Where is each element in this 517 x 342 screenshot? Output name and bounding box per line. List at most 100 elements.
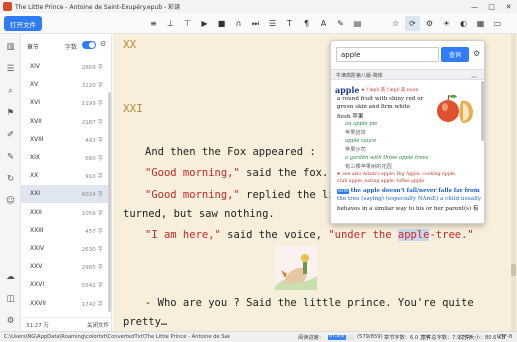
toc-item-count: 1059 字 [81, 210, 103, 217]
color-theme-icon[interactable]: ◐ [456, 16, 471, 31]
toc-item-count: 2630 字 [81, 247, 103, 253]
toc-icon[interactable]: ☰ [3, 62, 18, 76]
headphones-icon[interactable]: ∩ [231, 16, 246, 31]
progress-label: 阅读进度： [298, 335, 324, 341]
gear-icon[interactable]: ⚙ [3, 314, 18, 328]
toc-item-count: 3120 字 [81, 83, 103, 90]
toc-item-count: 5541 字 [81, 283, 103, 290]
play-icon[interactable]: ▶ [197, 16, 212, 31]
selected-word[interactable]: apple [397, 229, 430, 241]
toc-item[interactable]: XVIII 443 字 [21, 131, 108, 149]
background-icon[interactable]: ▦ [473, 16, 488, 31]
refresh-icon[interactable]: ↻ [3, 172, 18, 186]
stop-icon[interactable]: ■ [214, 16, 229, 31]
text-line: pretty… [123, 316, 168, 328]
brightness-icon[interactable]: ☀ [439, 16, 454, 31]
align-left-icon[interactable]: ≡ [146, 16, 161, 31]
position: (579/859) [357, 334, 383, 340]
popup-settings-icon[interactable]: ⚙ [473, 49, 480, 58]
pen-icon[interactable]: ✎ [333, 16, 348, 31]
close-button[interactable]: ✕ [500, 0, 517, 13]
toc-item-name: XXIII [30, 226, 44, 234]
text-line: "Good morning," said the fox. [145, 167, 329, 179]
paragraph-icon[interactable]: ¶ [299, 16, 314, 31]
toc-item[interactable]: XXI 6024 字 [21, 185, 108, 204]
toc-item[interactable]: XVI 1199 字 [21, 94, 108, 112]
example-en: a garden with three apple trees [345, 155, 429, 161]
toc-item-name: XX [30, 172, 39, 180]
text-format-icon[interactable]: A [316, 16, 331, 31]
see-also[interactable]: ☛ see also Adam's apple, Big Apple, cook… [337, 172, 456, 177]
settings-icon[interactable]: ⚙ [422, 16, 437, 31]
query-button[interactable]: 查询 [441, 47, 469, 62]
toc-item[interactable]: XIX 660 字 [21, 149, 108, 167]
highlight-pen-icon[interactable]: ✐ [3, 128, 18, 142]
maximize-button[interactable]: □ [483, 0, 500, 13]
star-icon[interactable]: ☆ [388, 16, 403, 31]
font-size-icon[interactable]: T [282, 16, 297, 31]
idiom-line: IDM the apple doesn't fall/never falls f… [337, 188, 480, 194]
emoji-icon[interactable]: ☺ [3, 194, 18, 208]
definition-line: a round fruit with shiny red or [337, 96, 424, 102]
unpin-icon[interactable]: ⊤ [180, 16, 195, 31]
bookmark-icon[interactable]: ⚑ [3, 106, 18, 120]
toc-item-count: 443 字 [85, 137, 103, 144]
toc-settings-icon[interactable]: ⚙ [100, 40, 106, 48]
reader-scroll-thumb[interactable] [511, 264, 516, 276]
apple-illustration [433, 91, 477, 127]
fox-illustration [275, 246, 317, 290]
toc-item-name: XIV [30, 63, 40, 70]
toc-item[interactable]: XXIV 2630 字 [21, 240, 108, 258]
window-title: The Little Prince - Antoine de Saint-Exu… [15, 4, 181, 11]
toc-item[interactable]: XV 3120 字 [21, 76, 108, 94]
list-icon[interactable]: ☰ [265, 16, 280, 31]
toc-item[interactable]: XXVI 5541 字 [21, 276, 108, 294]
book-icon[interactable]: ▥ [3, 40, 18, 54]
title-bar: The Little Prince - Antoine de Saint-Exu… [0, 0, 517, 13]
open-file-button[interactable]: 打开文件 [4, 16, 42, 31]
status-bar: C:\Users\NG\AppData\Roaming\colortxt\Con… [0, 331, 517, 342]
toc-item-name: XXV [30, 263, 43, 271]
toc-item[interactable]: XX 910 字 [21, 167, 108, 185]
chapter-heading: XXI [123, 102, 143, 115]
collapse-icon[interactable]: ︿ [471, 71, 477, 80]
toc-footer: 31.27 万 关闭文件 [21, 317, 112, 331]
toc-item[interactable]: XXVII 1742 字 [21, 295, 108, 313]
toc-item[interactable]: XXIII 457 字 [21, 222, 108, 240]
search-icon[interactable]: ⌕ [3, 84, 18, 98]
dictionary-search-input[interactable] [336, 47, 439, 62]
word-count-toggle[interactable] [82, 41, 96, 49]
encoding: UTF-8 [497, 334, 513, 340]
pin-icon[interactable]: ⊥ [163, 16, 178, 31]
side-icon-bar: ▥ ☰ ⌕ ⚑ ✐ ✎ ↻ ☺ ☁ ◫ ⚙ [0, 34, 21, 331]
close-file-button[interactable]: 关闭文件 [87, 321, 109, 329]
view-icon[interactable]: ▤ [350, 16, 365, 31]
popup-scrollbar[interactable] [481, 81, 484, 141]
idiom-badge: IDM [337, 189, 349, 194]
toc-item-count: 2809 字 [81, 65, 103, 71]
toc-scrollbar[interactable] [108, 92, 111, 312]
dictionary-popup: 查询 ⚙ 牛津高阶第八版-简体 ︿ apple ★ /ˈæpl/ 英 /ˈæpl… [330, 40, 485, 224]
text-line: "Good morning," replied the li [145, 189, 335, 201]
text-line: And then the Fox appeared : [145, 146, 316, 158]
toc-item[interactable]: XXII 1059 字 [21, 204, 108, 222]
toc-item[interactable]: XVII 2187 字 [21, 113, 108, 131]
toc-item[interactable]: XIV 2809 字 [21, 58, 108, 76]
idiom-line: the tree (saying) (especially NAmE) a ch… [337, 196, 481, 202]
dictionary-name: 牛津高阶第八版-简体 [336, 73, 383, 79]
see-also[interactable]: crab apple, eating apple, toffee apple [337, 179, 424, 184]
monitor-icon[interactable]: ▭ [490, 16, 505, 31]
brush-icon[interactable]: ✎ [3, 150, 18, 164]
toc-item-name: XXVI [30, 281, 45, 289]
minimize-button[interactable]: — [466, 0, 483, 13]
app-logo-icon [3, 2, 12, 11]
toc-item-name: XXI [30, 190, 40, 198]
layers-icon[interactable]: ◫ [3, 292, 18, 306]
translate-icon[interactable]: ⟳ [405, 16, 420, 31]
reader-scrollbar[interactable] [511, 34, 516, 331]
skip-next-icon[interactable]: ⏭ [248, 16, 263, 31]
dictionary-source-bar[interactable]: 牛津高阶第八版-简体 ︿ [331, 69, 484, 80]
cloud-icon[interactable]: ☁ [3, 270, 18, 284]
toc-item-name: XVII [30, 117, 42, 125]
toc-item[interactable]: XXV 2985 字 [21, 258, 108, 276]
